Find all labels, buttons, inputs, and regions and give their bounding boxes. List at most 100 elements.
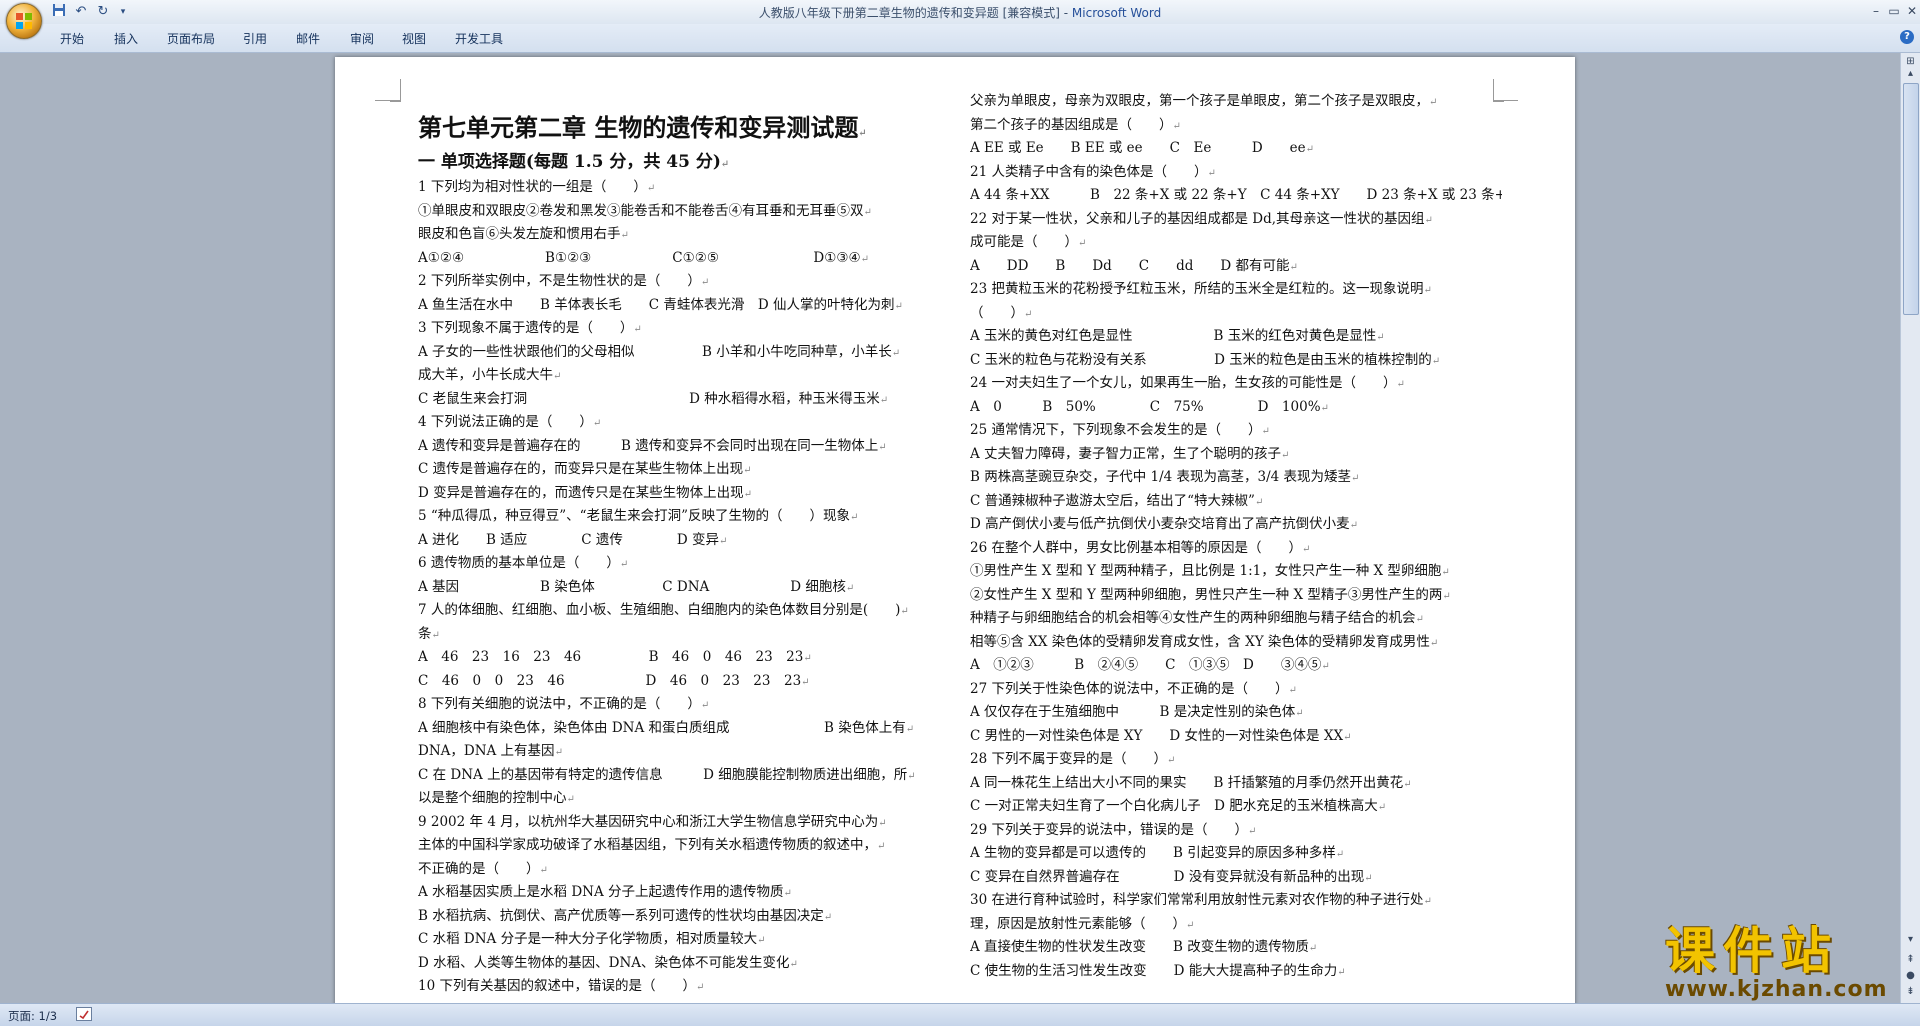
title-bar: ↶ ↻ ▾ 人教版八年级下册第二章生物的遗传和变异题 [兼容模式] - Micr… (0, 0, 1920, 39)
document-line: 不正确的是（ ）↵ (418, 860, 548, 877)
document-line: 成大羊，小牛长成大牛↵ (418, 367, 562, 383)
tab-review[interactable]: 审阅 (350, 30, 374, 47)
document-line: 22 对于某一性状，父亲和儿子的基因组成都是 Dd,其母亲这一性状的基因组↵ (970, 210, 1433, 227)
document-line: 26 在整个人群中，男女比例基本相等的原因是（ ）↵ (970, 539, 1311, 556)
app-name: Microsoft Word (1071, 6, 1162, 20)
proofing-icon[interactable] (76, 1007, 92, 1021)
previous-page-icon[interactable]: ⇞ (1903, 953, 1918, 967)
document-line: C 男性的一对性染色体是 XY D 女性的一对性染色体是 XX↵ (970, 727, 1352, 744)
document-line: B 水稻抗病、抗倒伏、高产优质等一系列可遗传的性状均由基因决定↵ (418, 907, 833, 924)
page-indicator[interactable]: 页面: 1/3 (8, 1008, 57, 1024)
document-line: 1 下列均为相对性状的一组是（ ）↵ (418, 179, 656, 195)
tab-home[interactable]: 开始 (60, 30, 84, 47)
document-line: 第二个孩子的基因组成是（ ）↵ (970, 116, 1181, 133)
document-line: A 同一株花生上结出大小不同的果实 B 扦插繁殖的月季仍然开出黄花↵ (970, 774, 1412, 791)
office-button[interactable] (6, 3, 42, 39)
document-line: 3 下列现象不属于遗传的是（ ）↵ (418, 320, 642, 336)
crop-mark (390, 79, 401, 102)
document-line: 种精子与卵细胞结合的机会相等④女性产生的两种卵细胞与精子结合的机会↵ (970, 610, 1424, 626)
document-line: 7 人的体细胞、红细胞、血小板、生殖细胞、白细胞内的染色体数目分别是( )↵ (418, 602, 909, 618)
document-line: A DD B Dd C dd D 都有可能↵ (970, 257, 1298, 274)
document-line: C 在 DNA 上的基因带有特定的遗传信息 D 细胞膜能控制物质进出细胞，所↵ (418, 766, 916, 783)
document-line: 以是整个细胞的控制中心↵ (418, 790, 575, 806)
document-area: 第七单元第二章 生物的遗传和变异测试题↵ 一 单项选择题(每题 1.5 分，共 … (0, 53, 1900, 1007)
document-line: A①②④ B①②③ C①②⑤ D①③④↵ (418, 249, 869, 266)
document-name: 人教版八年级下册第二章生物的遗传和变异题 [兼容模式] - (758, 6, 1072, 20)
help-icon[interactable]: ? (1900, 30, 1914, 44)
document-line: A 水稻基因实质上是水稻 DNA 分子上起遗传作用的遗传物质↵ (418, 884, 792, 900)
document-line: 23 把黄粒玉米的花粉授予红粒玉米，所结的玉米全是红粒的。这一现象说明↵ (970, 281, 1432, 297)
vertical-scrollbar[interactable]: ⊞ ▴ ▾ ⇞ ● ⇟ (1900, 53, 1920, 1003)
office-logo-icon (16, 13, 32, 29)
tab-view[interactable]: 视图 (402, 30, 426, 47)
document-line: A 直接使生物的性状发生改变 B 改变生物的遗传物质↵ (970, 939, 1318, 955)
watermark-url: www.kjzhan.com (1665, 977, 1888, 1002)
ribbon-tab-bar: 开始 插入 页面布局 引用 邮件 审阅 视图 开发工具 (0, 24, 1920, 53)
scroll-down-icon[interactable]: ▾ (1903, 933, 1918, 947)
document-line: A 生物的变异都是可以遗传的 B 引起变异的原因多种多样↵ (970, 845, 1345, 861)
status-bar: 页面: 1/3 (0, 1003, 1920, 1026)
tab-page-layout[interactable]: 页面布局 (167, 30, 215, 47)
document-line: ②女性产生 X 型和 Y 型两种卵细胞，男性只产生一种 X 型精子③男性产生的两… (970, 586, 1451, 603)
document-line: A 仅仅存在于生殖细胞中 B 是决定性别的染色体↵ (970, 704, 1304, 720)
document-line: 24 一对夫妇生了一个女儿，如果再生一胎，生女孩的可能性是（ ）↵ (970, 375, 1405, 391)
document-line: 29 下列关于变异的说法中，错误的是（ ）↵ (970, 821, 1257, 838)
document-line: A 子女的一些性状跟他们的父母相似 B 小羊和小牛吃同种草，小羊长↵ (418, 343, 901, 360)
document-line: 6 遗传物质的基本单位是（ ）↵ (418, 555, 629, 571)
document-line: A 玉米的黄色对红色是显性 B 玉米的红色对黄色是显性↵ (970, 328, 1385, 344)
scroll-thumb[interactable] (1903, 83, 1919, 315)
document-line: D 水稻、人类等生物体的基因、DNA、染色体不可能发生变化↵ (418, 954, 798, 971)
document-line: A 进化 B 适应 C 遗传 D 变异↵ (418, 531, 728, 548)
document-line: C 使生物的生活习性发生改变 D 能大大提高种子的生命力↵ (970, 962, 1346, 979)
document-line: 相等⑤含 XX 染色体的受精卵发育成女性，含 XY 染色体的受精卵发育成男性↵ (970, 633, 1439, 650)
document-line: 21 人类精子中含有的染色体是（ ）↵ (970, 163, 1216, 180)
document-line: 10 下列有关基因的叙述中，错误的是（ ）↵ (418, 978, 705, 994)
minimize-icon[interactable]: – (1866, 2, 1886, 20)
document-page[interactable]: 第七单元第二章 生物的遗传和变异测试题↵ 一 单项选择题(每题 1.5 分，共 … (335, 57, 1575, 1007)
document-line: B 两株高茎豌豆杂交，子代中 1/4 表现为高茎，3/4 表现为矮茎↵ (970, 469, 1360, 485)
document-line: 25 通常情况下，下列现象不会发生的是（ ）↵ (970, 422, 1270, 438)
document-line: 眼皮和色盲⑥头发左旋和惯用右手↵ (418, 226, 629, 242)
document-line: C 46 0 0 23 46 D 46 0 23 23 23↵ (418, 672, 810, 689)
document-line: C 变异在自然界普遍存在 D 没有变异就没有新品种的出现↵ (970, 868, 1373, 885)
document-line: 2 下列所举实例中，不是生物性状的是（ ）↵ (418, 273, 710, 289)
document-line: A ①②③ B ②④⑤ C ①③⑤ D ③④⑤↵ (970, 657, 1330, 673)
document-line: A 基因 B 染色体 C DNA D 细胞核↵ (418, 578, 855, 595)
close-icon[interactable]: ✕ (1902, 2, 1920, 20)
tab-insert[interactable]: 插入 (114, 30, 138, 47)
document-line: D 变异是普遍存在的，而遗传只是在某些生物体上出现↵ (418, 484, 753, 501)
document-line: C 一对正常夫妇生育了一个白化病儿子 D 肥水充足的玉米植株高大↵ (970, 798, 1387, 814)
document-line: ①男性产生 X 型和 Y 型两种精子，且比例是 1:1，女性只产生一种 X 型卵… (970, 563, 1450, 579)
watermark-logo: 课件站 www.kjzhan.com (1665, 923, 1905, 1003)
document-line: A 46 23 16 23 46 B 46 0 46 23 23↵ (418, 649, 812, 665)
document-line: 8 下列有关细胞的说法中，不正确的是（ ）↵ (418, 696, 710, 712)
document-line: DNA，DNA 上有基因↵ (418, 743, 563, 759)
tab-developer[interactable]: 开发工具 (455, 30, 503, 47)
section-heading: 一 单项选择题(每题 1.5 分，共 45 分)↵ (418, 152, 730, 172)
document-line: ①单眼皮和双眼皮②卷发和黑发③能卷舌和不能卷舌④有耳垂和无耳垂⑤双↵ (418, 202, 872, 219)
crop-mark (375, 100, 400, 101)
document-title: 第七单元第二章 生物的遗传和变异测试题↵ (418, 113, 867, 142)
watermark-title: 课件站 (1665, 922, 1839, 980)
document-line: 27 下列关于性染色体的说法中，不正确的是（ ）↵ (970, 680, 1297, 697)
document-line: 成可能是（ ）↵ (970, 234, 1087, 250)
document-line: A 细胞核中有染色体，染色体由 DNA 和蛋白质组成 B 染色体上有↵ (418, 719, 915, 736)
browse-object-icon[interactable]: ● (1903, 969, 1918, 983)
next-page-icon[interactable]: ⇟ (1903, 985, 1918, 999)
tab-references[interactable]: 引用 (243, 30, 267, 47)
document-line: 主体的中国科学家成功破译了水稻基因组，下列有关水稻遗传物质的叙述中，↵ (418, 837, 886, 853)
document-line: C 水稻 DNA 分子是一种大分子化学物质，相对质量较大↵ (418, 931, 766, 947)
window-title: 人教版八年级下册第二章生物的遗传和变异题 [兼容模式] - Microsoft … (0, 4, 1920, 21)
tab-mailings[interactable]: 邮件 (296, 30, 320, 47)
left-column: 第七单元第二章 生物的遗传和变异测试题↵ 一 单项选择题(每题 1.5 分，共 … (418, 108, 950, 999)
scroll-up-icon[interactable]: ▴ (1903, 67, 1918, 81)
document-line: C 玉米的粒色与花粉没有关系 D 玉米的粒色是由玉米的植株控制的↵ (970, 351, 1441, 368)
document-line: C 老鼠生来会打洞 D 种水稻得水稻，种玉米得玉米↵ (418, 390, 889, 407)
document-line: D 高产倒伏小麦与低产抗倒伏小麦杂交培育出了高产抗倒伏小麦↵ (970, 516, 1359, 532)
document-line: C 遗传是普遍存在的，而变异只是在某些生物体上出现↵ (418, 461, 752, 477)
document-line: A 44 条+XX B 22 条+X 或 22 条+Y C 44 条+XY D … (970, 187, 1502, 203)
document-line: A 遗传和变异是普遍存在的 B 遗传和变异不会同时出现在同一生物体上↵ (418, 437, 887, 454)
document-line: 5 “种瓜得瓜，种豆得豆”、“老鼠生来会打洞”反映了生物的（ ）现象↵ (418, 508, 859, 524)
document-line: 9 2002 年 4 月，以杭州华大基因研究中心和浙江大学生物信息学研究中心为↵ (418, 813, 887, 830)
maximize-icon[interactable]: ▭ (1884, 2, 1904, 20)
